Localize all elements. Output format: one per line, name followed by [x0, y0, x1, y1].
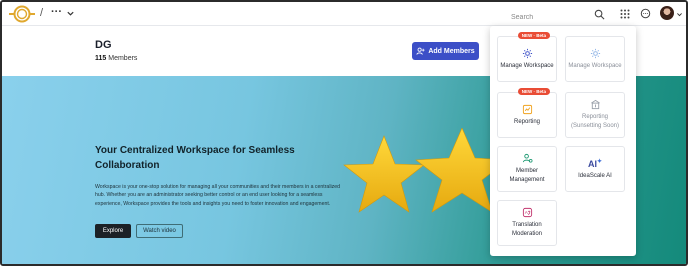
app-window: / ··· DG 115	[0, 0, 688, 266]
tile-reporting[interactable]: NEW · Beta Reporting	[497, 88, 557, 138]
tile-ideascale-ai[interactable]: AI✦ IdeaScale AI	[565, 146, 625, 192]
search-input[interactable]	[505, 9, 585, 26]
gear-icon	[590, 48, 600, 58]
explore-button[interactable]: Explore	[95, 224, 131, 238]
new-beta-badge: NEW · Beta	[517, 88, 550, 95]
member-icon	[522, 154, 532, 163]
search-box	[504, 5, 610, 26]
ideascale-logo-icon[interactable]	[7, 5, 37, 23]
watch-video-button[interactable]: Watch video	[136, 224, 183, 238]
tile-manage-workspace[interactable]: NEW · Beta Manage Workspace	[497, 32, 557, 82]
ai-icon: AI✦	[587, 158, 603, 169]
tile-label: Manage Workspace	[568, 62, 622, 69]
gear-icon	[522, 48, 532, 58]
chevron-down-icon[interactable]	[66, 9, 75, 18]
hero-description: Workspace is your one-stop solution for …	[95, 184, 340, 207]
tile-label: Translation Moderation	[511, 222, 543, 237]
tile-manage-workspace-legacy[interactable]: Manage Workspace	[565, 36, 625, 82]
avatar[interactable]	[660, 6, 674, 20]
add-user-icon	[416, 47, 425, 55]
chat-icon[interactable]	[640, 8, 651, 19]
page-title: DG	[95, 39, 112, 51]
svg-text:A: A	[524, 210, 528, 215]
search-icon[interactable]	[594, 9, 605, 20]
hero-title: Your Centralized Workspace for Seamless …	[95, 145, 295, 171]
report-icon	[522, 104, 532, 114]
breadcrumb-more-button[interactable]: ···	[51, 6, 62, 18]
chevron-down-icon[interactable]	[676, 11, 683, 18]
workspace-menu-panel: NEW · Beta Manage Workspace Manage Works…	[490, 26, 636, 256]
add-members-label: Add Members	[428, 47, 475, 55]
ai-icon-text: AI	[587, 158, 597, 169]
new-beta-badge: NEW · Beta	[517, 32, 550, 39]
member-count-value: 115	[95, 55, 107, 62]
tile-translation-moderation[interactable]: A Translation Moderation	[497, 200, 557, 246]
tile-label: Reporting	[513, 118, 540, 125]
tile-label: Manage Workspace	[500, 62, 554, 69]
tile-label: Reporting (Sunsetting Soon)	[570, 114, 620, 129]
tile-label: Member Management	[509, 168, 545, 183]
top-bar: / ···	[2, 2, 686, 26]
apps-grid-icon[interactable]	[620, 9, 630, 19]
tile-label: IdeaScale AI	[578, 172, 612, 179]
report-icon	[590, 100, 600, 110]
member-count: 115 Members	[95, 55, 137, 62]
member-count-label: Members	[108, 55, 138, 62]
translate-icon: A	[522, 208, 532, 218]
add-members-button[interactable]: Add Members	[412, 42, 479, 60]
breadcrumb-separator: /	[40, 7, 44, 19]
tile-reporting-legacy[interactable]: Reporting (Sunsetting Soon)	[565, 92, 625, 138]
tile-member-management[interactable]: Member Management	[497, 146, 557, 192]
